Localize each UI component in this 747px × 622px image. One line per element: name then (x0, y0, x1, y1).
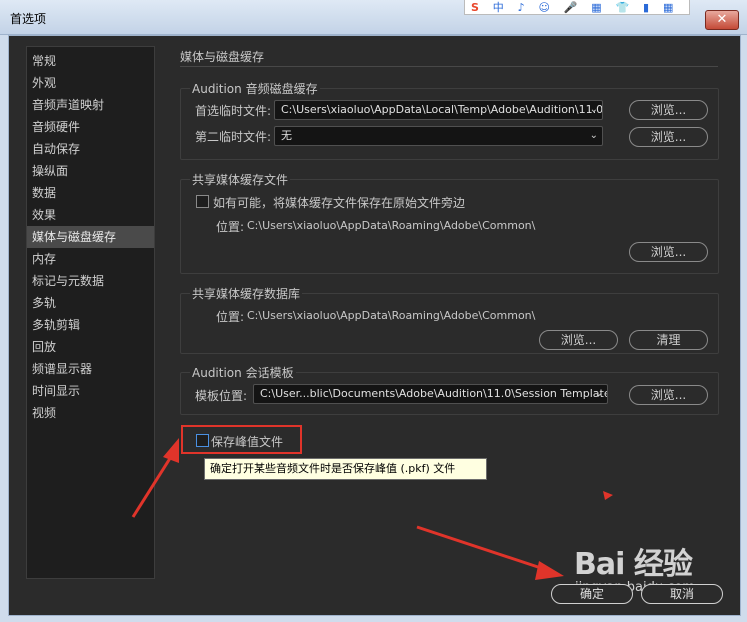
ok-button[interactable]: 确定 (551, 584, 633, 604)
baidu-watermark: Bai 经验 (574, 547, 693, 582)
arrow-to-ok-head (535, 561, 564, 580)
annotation-arrows (131, 438, 564, 580)
ime-emoji-icon[interactable]: ☺ (538, 2, 549, 14)
arrow-to-ok-line (416, 525, 545, 571)
preferences-dialog: 常规 外观 音频声道映射 音频硬件 自动保存 操纵面 数据 效果 媒体与磁盘缓存… (8, 35, 741, 616)
ime-menu-icon[interactable]: ▦ (663, 2, 673, 14)
window-title: 首选项 (10, 12, 47, 26)
ime-punctuation-icon[interactable]: ♪ (518, 2, 525, 14)
ime-skin-icon[interactable]: 👕 (616, 2, 630, 14)
sogou-logo-icon: S (471, 1, 479, 14)
close-button[interactable]: ✕ (705, 10, 739, 30)
cancel-button[interactable]: 取消 (641, 584, 723, 604)
arrow-to-checkbox-line (131, 451, 176, 518)
ime-voice-icon[interactable]: 🎤 (564, 2, 578, 14)
ime-toolbar: S 中 ♪ ☺ 🎤 ▦ 👕 ▮ ▦ (464, 0, 690, 15)
ime-chinese-mode-icon[interactable]: 中 (493, 2, 504, 14)
ime-toolbox-icon[interactable]: ▮ (643, 2, 649, 14)
ime-keyboard-icon[interactable]: ▦ (591, 2, 601, 14)
arrow-to-checkbox-head (163, 438, 179, 463)
